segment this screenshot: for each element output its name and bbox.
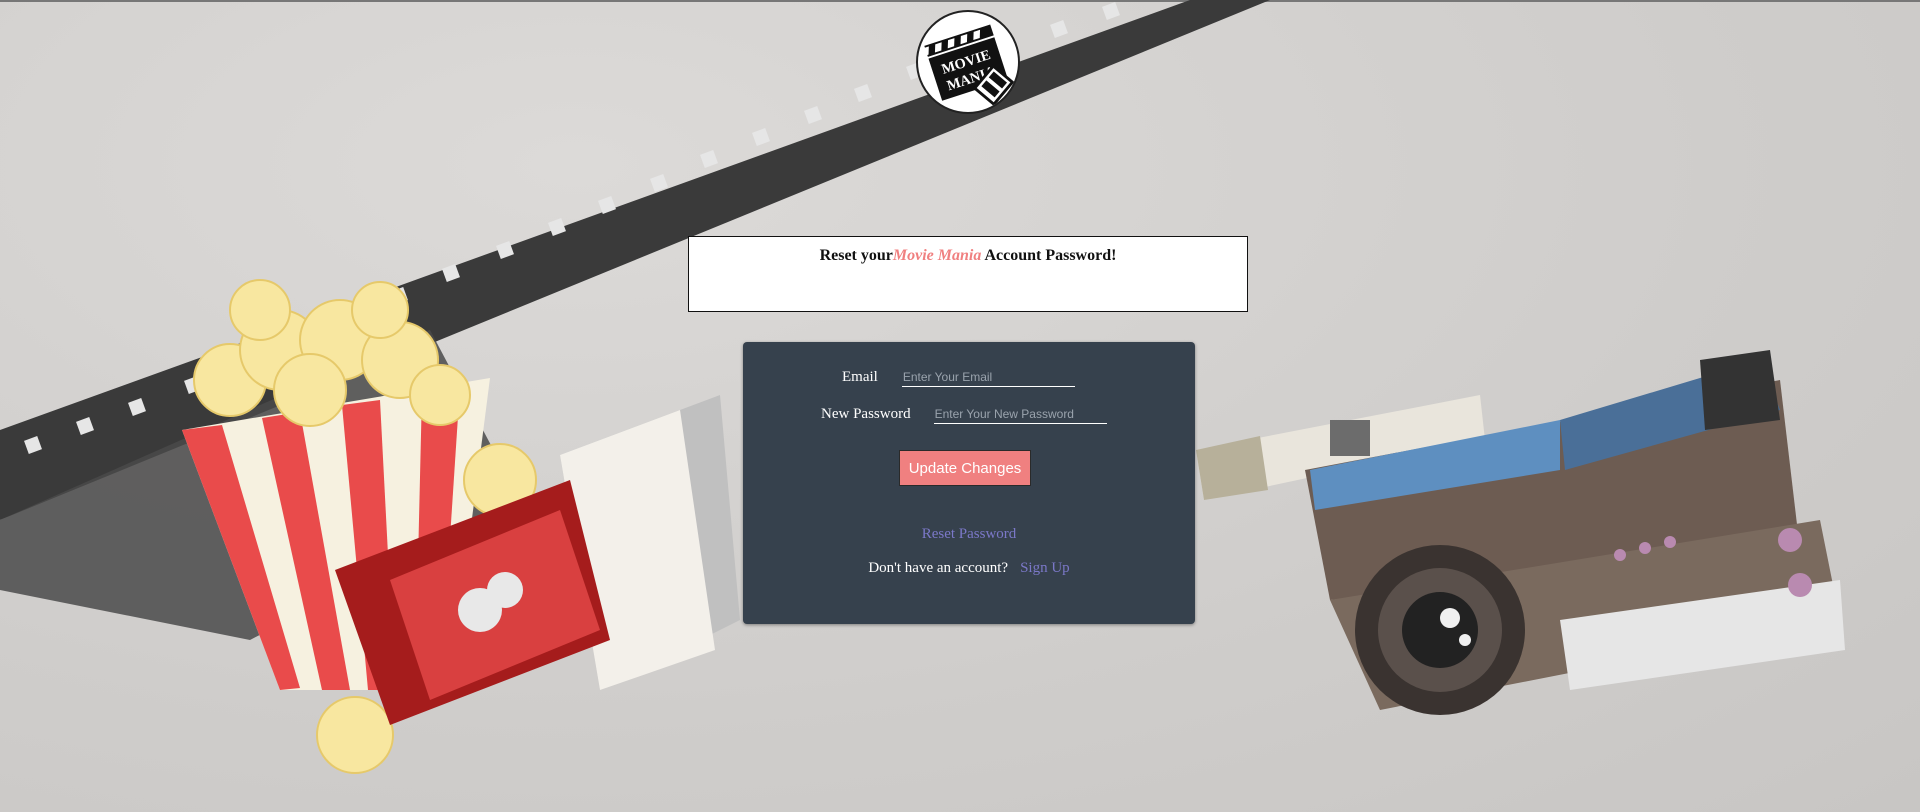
email-field[interactable] [901,368,1075,387]
reset-password-form: Email New Password Update Changes Reset … [743,342,1195,624]
new-password-label: New Password [821,406,911,422]
email-row: Email [842,368,1075,387]
new-password-field[interactable] [933,405,1107,424]
clapperboard-icon: MOVIE MANIA [919,13,1017,111]
camera-illustration [1196,350,1845,715]
reset-password-link[interactable]: Reset Password [743,526,1195,543]
update-changes-button[interactable]: Update Changes [899,450,1031,486]
title-prefix: Reset your [819,247,893,264]
movie-mania-logo: MOVIE MANIA [916,10,1020,114]
email-label: Email [842,369,878,385]
no-account-text: Don't have an account? [868,560,1009,576]
title-brand: Movie Mania [892,247,982,264]
page-title-box: Reset yourMovie Mania Account Password! [688,236,1248,312]
sign-up-link[interactable]: Sign Up [1020,560,1070,576]
new-password-row: New Password [821,405,1107,424]
title-suffix: Account Password! [981,247,1117,264]
signup-row: Don't have an account? Sign Up [743,560,1195,577]
